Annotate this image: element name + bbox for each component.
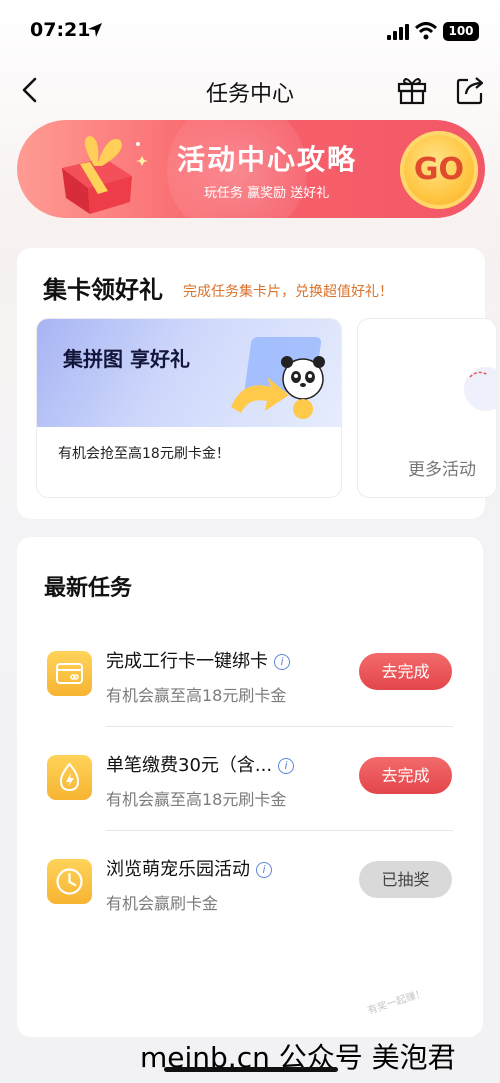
card-icon: [47, 651, 92, 696]
banner-subtitle: 玩任务 赢奖励 送好礼: [204, 186, 330, 201]
panda-mascot-illustration: [231, 337, 325, 419]
status-bar: 07:21 100: [0, 0, 500, 62]
task-description: 有机会赢至高18元刷卡金: [106, 790, 287, 809]
go-complete-button[interactable]: 去完成: [359, 653, 452, 690]
task-description: 有机会赢刷卡金: [106, 894, 219, 913]
go-button[interactable]: GO: [400, 131, 478, 209]
info-icon[interactable]: i: [256, 862, 272, 878]
task-name-text: 单笔缴费30元（含...: [106, 755, 273, 776]
section-title: 集卡领好礼: [43, 276, 163, 304]
task-row: 完成工行卡一键绑卡 i 有机会赢至高18元刷卡金 去完成: [47, 647, 453, 747]
wifi-icon: [415, 22, 437, 40]
task-row: 单笔缴费30元（含... i 有机会赢至高18元刷卡金 去完成: [47, 751, 453, 851]
more-activities-label: 更多活动: [408, 460, 476, 480]
home-indicator: [164, 1067, 338, 1072]
share-icon[interactable]: [455, 74, 485, 106]
go-complete-button[interactable]: 去完成: [359, 757, 452, 794]
page: 07:21 100 任务中心 活动中心攻略 玩任务 赢奖励 送好礼 GO 集卡领…: [0, 0, 500, 1083]
status-time: 07:21: [30, 19, 91, 41]
section-subtitle: 完成任务集卡片，兑换超值好礼！: [183, 284, 393, 300]
gift-icon[interactable]: [396, 74, 428, 106]
gift-box-illustration: [62, 136, 148, 214]
promo-description: 有机会抢至高18元刷卡金！: [58, 446, 230, 462]
latest-tasks-section: 最新任务 完成工行卡一键绑卡 i 有机会赢至高18元刷卡金 去完成 单笔缴费30元…: [17, 537, 483, 1037]
promo-title: 集拼图 享好礼: [63, 347, 190, 371]
already-drawn-button[interactable]: 已抽奖: [359, 861, 452, 898]
lightning-icon: [47, 755, 92, 800]
signal-icon: [387, 24, 409, 40]
more-activities-card[interactable]: 更多活动: [357, 318, 497, 498]
task-row: 浏览萌宠乐园活动 i 有机会赢刷卡金 已抽奖: [47, 855, 453, 955]
banner-title: 活动中心攻略: [177, 143, 358, 176]
task-description: 有机会赢至高18元刷卡金: [106, 686, 287, 705]
location-arrow-icon: [88, 23, 102, 37]
activity-guide-banner[interactable]: 活动中心攻略 玩任务 赢奖励 送好礼 GO: [17, 120, 485, 218]
collect-cards-section: 集卡领好礼 完成任务集卡片，兑换超值好礼！ 集拼图 享好礼 有机会抢至高18元刷…: [17, 248, 497, 519]
clock-icon: [47, 859, 92, 904]
battery-icon: 100: [443, 22, 479, 41]
divider: [106, 830, 453, 831]
task-name: 完成工行卡一键绑卡 i: [106, 647, 290, 673]
nav-bar: 任务中心: [0, 62, 500, 118]
divider: [106, 726, 453, 727]
task-name: 单笔缴费30元（含... i: [106, 751, 295, 777]
info-icon[interactable]: i: [278, 758, 295, 774]
section-title: 最新任务: [44, 576, 133, 601]
puzzle-promo-card[interactable]: 集拼图 享好礼 有机会抢至高18元刷卡金！: [36, 318, 342, 498]
task-name-text: 完成工行卡一键绑卡: [106, 651, 268, 672]
task-name-text: 浏览萌宠乐园活动: [106, 859, 250, 880]
more-activities-illustration: [464, 367, 496, 411]
task-name: 浏览萌宠乐园活动 i: [106, 855, 272, 881]
info-icon[interactable]: i: [274, 654, 290, 670]
promo-image: 集拼图 享好礼: [37, 319, 341, 427]
